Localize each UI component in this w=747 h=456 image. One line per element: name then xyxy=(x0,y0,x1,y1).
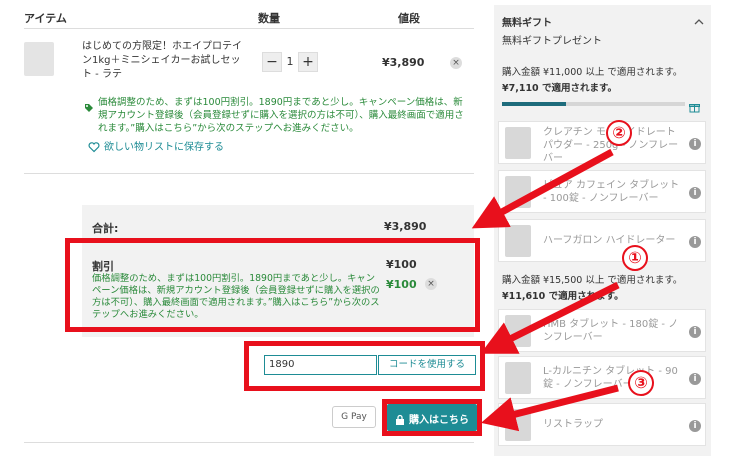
annotation-number-two: ② xyxy=(606,120,632,146)
annotation-number-three: ③ xyxy=(628,370,654,396)
annotation-number-one: ① xyxy=(622,245,648,271)
arrow-two xyxy=(471,148,614,229)
arrow-three xyxy=(481,384,619,432)
arrow-one xyxy=(480,281,620,354)
